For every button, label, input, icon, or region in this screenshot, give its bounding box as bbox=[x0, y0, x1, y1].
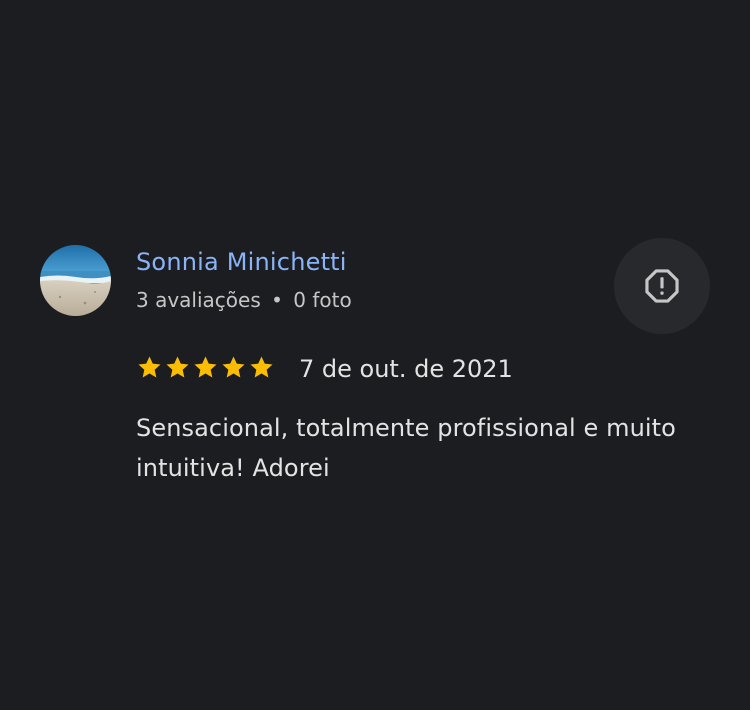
star-rating bbox=[136, 354, 275, 381]
reviews-count: 3 avaliações bbox=[136, 288, 261, 312]
review-card: Sonnia Minichetti 3 avaliações • 0 foto … bbox=[0, 0, 750, 710]
review-date: 7 de out. de 2021 bbox=[299, 355, 513, 383]
review-text: Sensacional, totalmente profissional e m… bbox=[136, 414, 676, 482]
report-icon bbox=[645, 269, 679, 303]
meta-separator: • bbox=[271, 288, 283, 312]
star-icon bbox=[166, 356, 189, 378]
reviewer-meta: 3 avaliações • 0 foto bbox=[136, 288, 352, 312]
beach-photo-icon bbox=[40, 245, 111, 316]
star-icon bbox=[138, 356, 161, 378]
photos-count: 0 foto bbox=[293, 288, 352, 312]
star-icon bbox=[194, 356, 217, 378]
reviewer-name[interactable]: Sonnia Minichetti bbox=[136, 248, 347, 276]
star-icon bbox=[250, 356, 273, 378]
star-icon bbox=[222, 356, 245, 378]
report-review-button[interactable] bbox=[614, 238, 710, 334]
reviewer-avatar[interactable] bbox=[40, 245, 111, 316]
